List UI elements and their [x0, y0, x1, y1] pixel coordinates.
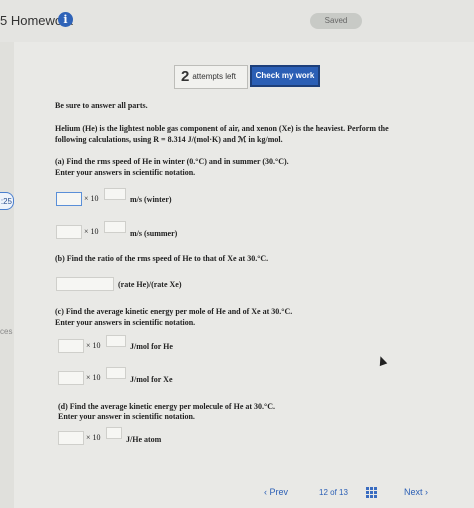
- page-of: of: [330, 488, 337, 497]
- d-unit: J/He atom: [126, 435, 162, 444]
- part-b-prompt: (b) Find the ratio of the rms speed of H…: [55, 254, 269, 263]
- c-he-mantissa-input[interactable]: [58, 339, 84, 353]
- b-unit: (rate He)/(rate Xe): [118, 280, 182, 289]
- left-sidebar: :25 ces: [0, 42, 15, 508]
- part-d-instructions: Enter your answer in scientific notation…: [58, 412, 195, 421]
- top-bar: 5 Homework i Saved: [0, 0, 474, 43]
- check-my-work-button[interactable]: Check my work: [250, 65, 320, 87]
- times-ten-label: × 10: [86, 433, 101, 442]
- a-summer-unit: m/s (summer): [130, 229, 178, 238]
- a-winter-mantissa-input[interactable]: [56, 192, 82, 206]
- page-indicator: 12 of 13: [319, 488, 348, 497]
- a-winter-unit: m/s (winter): [130, 195, 172, 204]
- attempts-label: attempts left: [192, 72, 236, 81]
- d-exponent-input[interactable]: [106, 427, 122, 439]
- intro-line-2: following calculations, using R = 8.314 …: [55, 135, 283, 144]
- c-he-unit: J/mol for He: [130, 342, 173, 351]
- info-icon[interactable]: i: [58, 12, 73, 27]
- page-current: 12: [319, 488, 328, 497]
- d-mantissa-input[interactable]: [58, 431, 84, 445]
- grid-icon[interactable]: [366, 487, 377, 498]
- a-summer-exponent-input[interactable]: [104, 221, 126, 233]
- attempts-count: 2: [181, 68, 190, 85]
- sidebar-tab-label[interactable]: ces: [0, 327, 14, 336]
- instructions: Be sure to answer all parts.: [55, 101, 148, 110]
- part-a-prompt: (a) Find the rms speed of He in winter (…: [55, 157, 289, 166]
- a-winter-exponent-input[interactable]: [104, 188, 126, 200]
- b-ratio-input[interactable]: [56, 277, 114, 291]
- pagination-footer: ‹ Prev 12 of 13 Next ›: [14, 480, 474, 508]
- c-xe-unit: J/mol for Xe: [130, 375, 173, 384]
- attempts-left-badge: 2 attempts left: [174, 65, 248, 89]
- intro-line-1: Helium (He) is the lightest noble gas co…: [55, 124, 389, 133]
- page-total: 13: [339, 488, 348, 497]
- a-summer-mantissa-input[interactable]: [56, 225, 82, 239]
- saved-status-badge: Saved: [310, 13, 362, 29]
- times-ten-label: × 10: [86, 373, 101, 382]
- part-c-prompt: (c) Find the average kinetic energy per …: [55, 307, 293, 316]
- timer-tab[interactable]: :25: [0, 192, 14, 210]
- part-a-instructions: Enter your answers in scientific notatio…: [55, 168, 196, 177]
- c-he-exponent-input[interactable]: [106, 335, 126, 347]
- c-xe-mantissa-input[interactable]: [58, 371, 84, 385]
- times-ten-label: × 10: [84, 194, 99, 203]
- times-ten-label: × 10: [86, 341, 101, 350]
- part-c-instructions: Enter your answers in scientific notatio…: [55, 318, 196, 327]
- times-ten-label: × 10: [84, 227, 99, 236]
- prev-button[interactable]: ‹ Prev: [264, 487, 288, 497]
- c-xe-exponent-input[interactable]: [106, 367, 126, 379]
- question-panel: 2 attempts left Check my work Be sure to …: [14, 42, 474, 508]
- next-button[interactable]: Next ›: [404, 487, 428, 497]
